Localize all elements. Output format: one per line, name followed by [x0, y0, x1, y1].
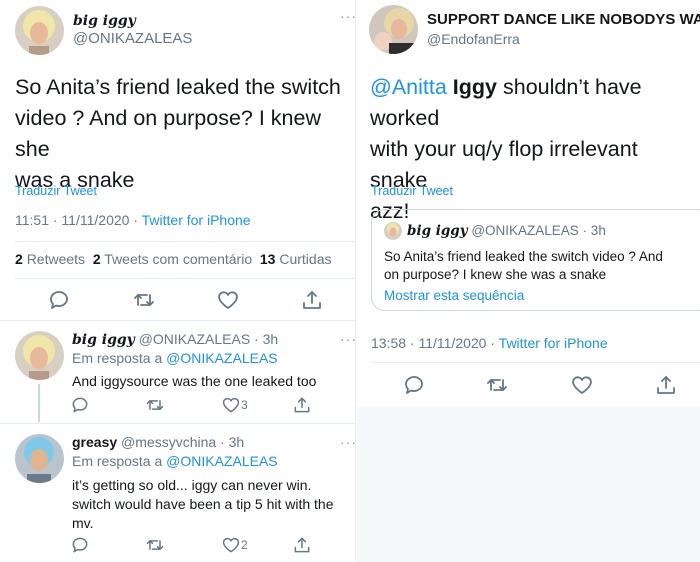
empty-timeline-area	[357, 406, 700, 562]
replying-to-link[interactable]: @ONIKAZALEAS	[166, 350, 277, 366]
share-icon[interactable]	[292, 535, 312, 555]
more-options-icon[interactable]: ···	[340, 8, 355, 24]
quoted-tweet-card[interactable]: big iggy @ONIKAZALEAS · 3h So Anita’s fr…	[371, 209, 700, 311]
handle-time[interactable]: @ONIKAZALEAS · 3h	[139, 331, 278, 347]
source-link[interactable]: Twitter for iPhone	[499, 335, 608, 351]
tweet-text: So Anita’s friend leaked the switch vide…	[15, 72, 355, 196]
retweet-icon[interactable]	[485, 373, 509, 397]
avatar[interactable]	[15, 434, 64, 483]
tweet-text-line: @Anitta Iggy shouldn’t have worked	[370, 75, 642, 130]
avatar-image	[384, 222, 402, 240]
show-thread-link[interactable]: Mostrar esta sequência	[384, 288, 524, 303]
reply-icon[interactable]	[47, 288, 71, 312]
share-icon[interactable]	[654, 373, 678, 397]
share-icon[interactable]	[292, 395, 312, 415]
avatar-image	[15, 331, 64, 380]
right-screenshot-panel: SUPPORT DANCE LIKE NOBODYS WA... @Endofa…	[357, 0, 700, 562]
bold-word: Iggy	[452, 75, 497, 99]
retweet-icon[interactable]	[145, 395, 165, 415]
like-icon[interactable]	[216, 288, 240, 312]
quote-text: So Anita’s friend leaked the switch vide…	[384, 248, 663, 284]
tweet-text-line: So Anita’s friend leaked the switch	[15, 75, 341, 99]
like-count: 2	[241, 538, 248, 552]
avatar	[384, 222, 402, 240]
timestamp-row: 11:51 · 11/11/2020 · Twitter for iPhone	[15, 212, 251, 228]
quote-text-line: on purpose? I knew she was a snake	[384, 267, 607, 282]
thread-line	[38, 384, 40, 422]
reply-text-line: it’s getting so old... iggy can never wi…	[72, 477, 312, 493]
divider	[371, 362, 700, 363]
divider	[15, 278, 355, 279]
reply-text-line: switch would have been a tip 5 hit with …	[72, 496, 334, 512]
likes-stat[interactable]: 13 Curtidas	[260, 251, 332, 267]
engagement-stats: 2 Retweets 2 Tweets com comentário 13 Cu…	[15, 251, 332, 267]
more-options-icon[interactable]: ···	[340, 331, 355, 347]
avatar[interactable]	[15, 331, 64, 380]
like-count: 3	[241, 398, 248, 412]
quotes-stat[interactable]: 2 Tweets com comentário	[93, 251, 252, 267]
reply-text: it’s getting so old... iggy can never wi…	[72, 476, 334, 533]
avatar-image	[15, 6, 64, 55]
source-link[interactable]: Twitter for iPhone	[142, 212, 251, 228]
replying-to: Em resposta a @ONIKAZALEAS	[72, 350, 278, 366]
like-icon[interactable]	[221, 395, 241, 415]
mention-link[interactable]: @Anitta	[370, 75, 447, 99]
tweet-text: @Anitta Iggy shouldn’t have worked with …	[370, 72, 700, 227]
retweet-icon[interactable]	[132, 288, 156, 312]
reply-header: greasy @messyvchina · 3h	[72, 434, 244, 450]
reply-icon[interactable]	[70, 395, 90, 415]
retweet-icon[interactable]	[145, 535, 165, 555]
avatar[interactable]	[15, 6, 64, 55]
display-name[interactable]: greasy	[72, 434, 117, 450]
reply-header: big iggy @ONIKAZALEAS · 3h	[72, 331, 278, 348]
handle[interactable]: @EndofanErra	[427, 31, 520, 47]
share-icon[interactable]	[300, 288, 324, 312]
display-name[interactable]: SUPPORT DANCE LIKE NOBODYS WA...	[427, 11, 700, 28]
divider	[0, 423, 355, 424]
timestamp-row: 13:58 · 11/11/2020 · Twitter for iPhone	[371, 335, 608, 351]
left-screenshot-panel: big iggy @ONIKAZALEAS ··· So Anita’s fri…	[0, 0, 356, 562]
translate-link[interactable]: Traduzir Tweet	[15, 184, 97, 198]
display-name: big iggy	[407, 223, 468, 239]
reply-icon[interactable]	[402, 373, 426, 397]
reply-text-line: mv.	[72, 515, 94, 531]
more-options-icon[interactable]: ···	[340, 434, 355, 450]
replying-to: Em resposta a @ONIKAZALEAS	[72, 453, 278, 469]
handle[interactable]: @ONIKAZALEAS	[73, 30, 192, 47]
reply-icon[interactable]	[70, 535, 90, 555]
retweets-stat[interactable]: 2 Retweets	[15, 251, 85, 267]
quote-text-line: So Anita’s friend leaked the switch vide…	[384, 249, 663, 264]
translate-link[interactable]: Traduzir Tweet	[371, 184, 453, 198]
divider	[15, 241, 355, 242]
replying-to-link[interactable]: @ONIKAZALEAS	[166, 453, 277, 469]
handle-time: @ONIKAZALEAS · 3h	[471, 223, 606, 238]
avatar[interactable]	[369, 5, 418, 54]
timestamp: 11:51 · 11/11/2020 ·	[15, 212, 138, 228]
tweet-text-line: video ? And on purpose? I knew she	[15, 106, 321, 161]
divider	[0, 320, 355, 321]
quote-header: big iggy @ONIKAZALEAS · 3h	[407, 223, 606, 239]
display-name[interactable]: big iggy	[73, 13, 136, 29]
handle-time[interactable]: @messyvchina · 3h	[121, 434, 244, 450]
display-name[interactable]: big iggy	[72, 332, 135, 348]
avatar-image	[15, 434, 64, 483]
like-icon[interactable]	[221, 535, 241, 555]
timestamp: 13:58 · 11/11/2020 ·	[371, 335, 496, 351]
avatar-image	[369, 5, 418, 54]
reply-text: And iggysource was the one leaked too	[72, 373, 317, 389]
like-icon[interactable]	[570, 373, 594, 397]
